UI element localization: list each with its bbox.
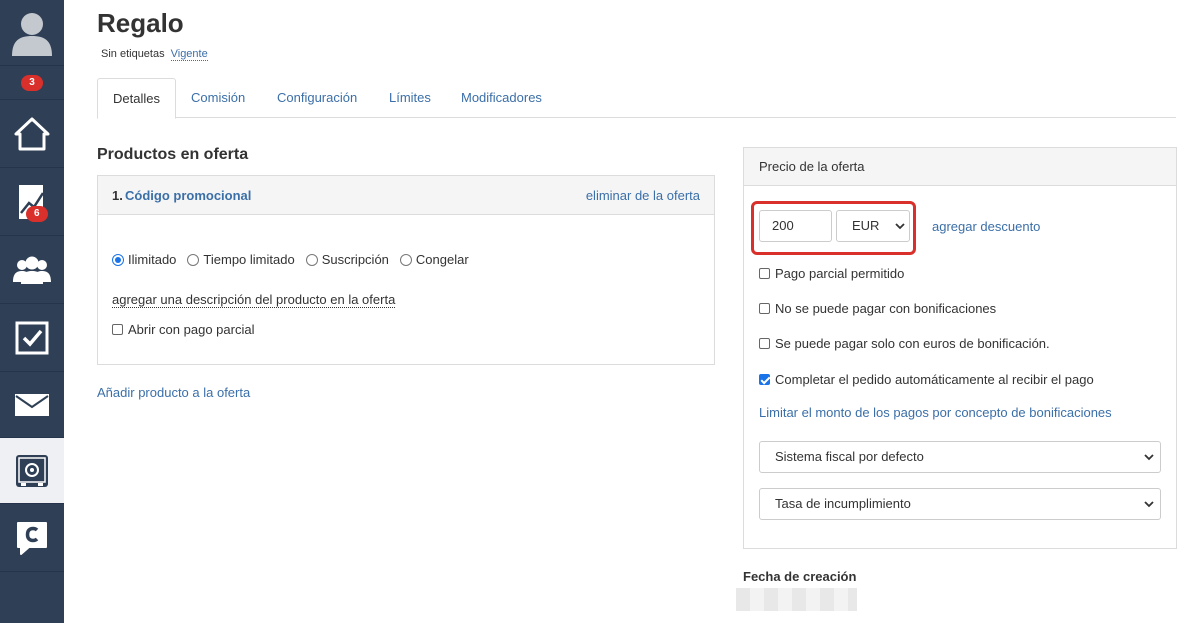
currency-select[interactable]: EUR	[836, 210, 910, 242]
product-card-header: 1. Código promocional eliminar de la ofe…	[98, 176, 714, 215]
creation-date-redacted	[736, 588, 857, 611]
open-partial-payment-checkbox[interactable]	[112, 324, 123, 335]
tax-system-value: Sistema fiscal por defecto	[775, 449, 924, 464]
price-panel: Precio de la oferta 200 EUR agregar desc…	[743, 147, 1177, 549]
user-avatar-icon	[12, 12, 52, 56]
page-title: Regalo	[97, 8, 184, 38]
no-bonus-label[interactable]: No se puede pagar con bonificaciones	[775, 301, 996, 316]
sidebar-item-home[interactable]	[0, 100, 64, 168]
tab-bar: Detalles Comisión Configuración Límites …	[97, 78, 1176, 119]
tax-system-select[interactable]: Sistema fiscal por defecto	[759, 441, 1161, 473]
sidebar-item-profile[interactable]	[0, 0, 64, 66]
sidebar-item-tasks[interactable]	[0, 304, 64, 372]
bonus-only-checkbox[interactable]	[759, 338, 770, 349]
open-partial-payment-row: Abrir con pago parcial	[112, 322, 254, 337]
tab-limits[interactable]: Límites	[389, 78, 431, 118]
bonus-only-label[interactable]: Se puede pagar solo con euros de bonific…	[775, 336, 1050, 351]
add-product-link[interactable]: Añadir producto a la oferta	[97, 385, 250, 400]
sidebar-item-mail[interactable]	[0, 372, 64, 438]
radio-subscription-label[interactable]: Suscripción	[322, 252, 389, 267]
users-icon	[13, 256, 51, 284]
add-description-link[interactable]: agregar una descripción del producto en …	[112, 292, 396, 308]
partial-payment-checkbox[interactable]	[759, 268, 770, 279]
price-amount-input[interactable]: 200	[759, 210, 832, 242]
tab-configuration[interactable]: Configuración	[277, 78, 357, 118]
stats-badge: 6	[26, 206, 48, 222]
no-bonus-checkbox[interactable]	[759, 303, 770, 314]
tab-modifiers[interactable]: Modificadores	[461, 78, 542, 118]
radio-freeze[interactable]	[399, 253, 412, 266]
radio-unlimited[interactable]	[112, 253, 124, 266]
option-auto-complete-row: Completar el pedido automáticamente al r…	[759, 372, 1094, 387]
currency-value: EUR	[852, 218, 880, 233]
radio-limited-time[interactable]	[187, 253, 200, 266]
auto-complete-checkbox[interactable]	[759, 374, 770, 385]
notification-badge: 3	[21, 74, 43, 91]
sidebar-item-stats[interactable]: 6	[0, 168, 64, 236]
offer-meta: Sin etiquetas Vigente	[101, 48, 208, 61]
default-rate-select[interactable]: Tasa de incumplimiento	[759, 488, 1161, 520]
status-link[interactable]: Vigente	[170, 48, 208, 61]
option-partial-payment-row: Pago parcial permitido	[759, 266, 904, 281]
safe-icon	[16, 454, 48, 487]
product-number: 1.	[112, 188, 123, 203]
radio-unlimited-label[interactable]: Ilimitado	[128, 252, 176, 267]
chat-icon	[17, 521, 47, 555]
creation-date-title: Fecha de creación	[743, 569, 857, 584]
product-name-link[interactable]: Código promocional	[125, 188, 251, 203]
sidebar-item-users[interactable]	[0, 236, 64, 304]
sidebar-item-chat[interactable]	[0, 504, 64, 572]
radio-freeze-label[interactable]: Congelar	[416, 252, 469, 267]
duration-radio-group: Ilimitado Tiempo limitado Suscripción Co…	[112, 252, 480, 267]
add-discount-link[interactable]: agregar descuento	[932, 219, 1040, 234]
option-bonus-only-row: Se puede pagar solo con euros de bonific…	[759, 336, 1050, 351]
radio-subscription[interactable]	[305, 253, 318, 266]
radio-limited-time-label[interactable]: Tiempo limitado	[203, 252, 294, 267]
chevron-down-icon	[1144, 454, 1154, 461]
price-panel-title: Precio de la oferta	[744, 148, 1176, 186]
home-icon	[14, 117, 50, 150]
tab-details[interactable]: Detalles	[97, 78, 176, 119]
tab-commission[interactable]: Comisión	[191, 78, 245, 118]
chevron-down-icon	[895, 223, 905, 230]
tasks-icon	[15, 321, 49, 354]
open-partial-payment-label[interactable]: Abrir con pago parcial	[128, 322, 254, 337]
auto-complete-label[interactable]: Completar el pedido automáticamente al r…	[775, 372, 1094, 387]
sidebar: 3 6	[0, 0, 64, 623]
limit-bonus-payments-link[interactable]: Limitar el monto de los pagos por concep…	[759, 405, 1112, 420]
mail-icon	[15, 393, 49, 416]
tags-label[interactable]: Sin etiquetas	[101, 48, 165, 60]
sidebar-item-notifications[interactable]: 3	[0, 66, 64, 100]
option-no-bonus-row: No se puede pagar con bonificaciones	[759, 301, 996, 316]
default-rate-value: Tasa de incumplimiento	[775, 496, 911, 511]
remove-from-offer-link[interactable]: eliminar de la oferta	[586, 188, 700, 203]
products-section-title: Productos en oferta	[97, 146, 249, 163]
chevron-down-icon	[1144, 501, 1154, 508]
product-card: 1. Código promocional eliminar de la ofe…	[97, 175, 715, 365]
sidebar-item-safe[interactable]	[0, 438, 64, 504]
partial-payment-label[interactable]: Pago parcial permitido	[775, 266, 904, 281]
